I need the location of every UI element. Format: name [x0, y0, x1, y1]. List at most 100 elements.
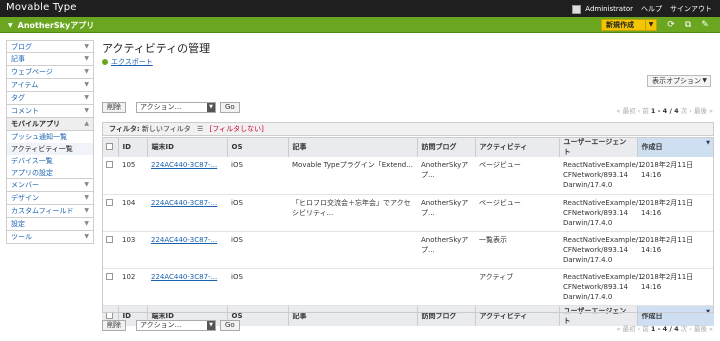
first-page-link[interactable]: « 最初 — [617, 325, 636, 333]
col-activity-footer[interactable]: アクティビティ — [474, 304, 559, 326]
checkbox[interactable] — [106, 161, 113, 168]
chevron-down-icon: ▼ — [84, 68, 89, 75]
row-select[interactable] — [102, 194, 118, 232]
export-link[interactable]: エクスポート — [102, 57, 153, 67]
display-options-button[interactable]: 表示オプション ▼ — [647, 75, 711, 87]
sidebar-item-custom-fields[interactable]: カスタムフィールド ▼ — [6, 205, 94, 218]
sidebar-item-tags[interactable]: タグ ▼ — [6, 92, 94, 105]
device-link[interactable]: 224AC440-3C87-... — [151, 273, 217, 281]
filter-current[interactable]: 新しいフィルタ — [142, 125, 191, 133]
sidebar-item-comments[interactable]: コメント ▼ — [6, 105, 94, 118]
list-icon[interactable]: ☰ — [197, 125, 203, 133]
app-logo[interactable]: Movable Type — [6, 2, 77, 13]
username-link[interactable]: Administrator — [585, 5, 633, 13]
help-link[interactable]: ヘルプ — [641, 4, 662, 14]
sidebar-item-label: モバイルアプリ — [11, 120, 60, 128]
sidebar-item-mobile-app[interactable]: モバイルアプリ ▲ — [6, 118, 94, 131]
last-page-link[interactable]: 最後 » — [694, 325, 713, 333]
col-device[interactable]: 端末ID — [146, 137, 227, 157]
col-agent[interactable]: ユーザーエージェント — [558, 137, 637, 157]
chevron-down-icon: ▼ — [207, 321, 215, 330]
new-button-label: 新規作成 — [606, 21, 634, 29]
col-activity[interactable]: アクティビティ — [474, 137, 559, 157]
row-select[interactable] — [102, 268, 118, 306]
device-link[interactable]: 224AC440-3C87-... — [151, 161, 217, 169]
cell-date: 2018年2月11日 14:16 — [637, 157, 714, 195]
chevron-down-icon: ▼ — [84, 107, 89, 114]
sidebar-item-design[interactable]: デザイン ▼ — [6, 192, 94, 205]
checkbox[interactable] — [106, 235, 113, 243]
checkbox[interactable] — [106, 272, 113, 280]
blog-switcher[interactable]: ▼ AnotherSkyアプリ — [8, 20, 94, 31]
edit-icon[interactable]: ✎ — [700, 20, 710, 30]
cell-device: 224AC440-3C87-... — [147, 231, 227, 269]
signout-link[interactable]: サインアウト — [670, 4, 712, 14]
sort-desc-icon: ▼ — [706, 308, 710, 315]
cell-device: 224AC440-3C87-... — [147, 268, 227, 306]
sidebar-item-members[interactable]: メンバー ▼ — [6, 179, 94, 192]
device-link[interactable]: 224AC440-3C87-... — [151, 236, 217, 244]
col-os[interactable]: OS — [226, 137, 288, 157]
col-entry[interactable]: 記事 — [287, 137, 417, 157]
delete-button[interactable]: 削除 — [102, 320, 126, 331]
new-button[interactable]: 新規作成 ▼ — [601, 19, 657, 31]
cell-agent: ReactNativeExample/1 CFNetwork/893.14 Da… — [559, 194, 643, 232]
chevron-down-icon: ▼ — [84, 194, 89, 201]
activity-table: ID 端末ID OS 記事 訪問ブログ アクティビティ ユーザーエージェント 作… — [102, 137, 714, 326]
go-button[interactable]: Go — [220, 320, 240, 331]
sidebar-item-settings[interactable]: 設定 ▼ — [6, 218, 94, 231]
row-select[interactable] — [102, 157, 118, 195]
sidebar-subitem-app-settings[interactable]: アプリの設定 — [6, 167, 94, 179]
next-page-link[interactable]: 次 › — [681, 107, 692, 115]
select-all-header[interactable] — [102, 137, 118, 157]
sidebar-item-blog[interactable]: ブログ ▼ — [6, 40, 94, 53]
cell-activity: ページビュー — [475, 194, 559, 232]
sidebar-item-tools[interactable]: ツール ▼ — [6, 231, 94, 244]
cell-entry — [288, 231, 417, 269]
sidebar-subitem-activities[interactable]: アクティビティ一覧 — [6, 143, 94, 155]
checkbox[interactable] — [106, 311, 113, 319]
page-range: 1 - 4 / 4 — [650, 325, 679, 333]
sidebar-item-entries[interactable]: 記事 ▼ — [6, 53, 94, 66]
col-blog-footer[interactable]: 訪問ブログ — [416, 304, 475, 326]
chevron-down-icon[interactable]: ▼ — [645, 20, 656, 30]
checkbox[interactable] — [106, 143, 113, 150]
col-entry-footer[interactable]: 記事 — [287, 304, 417, 326]
cell-blog: AnotherSkyアプ... — [417, 194, 475, 232]
chevron-down-icon: ▼ — [84, 43, 89, 50]
delete-button[interactable]: 削除 — [102, 102, 126, 113]
prev-page-link[interactable]: ‹ 前 — [638, 107, 649, 115]
chevron-down-icon: ▼ — [84, 207, 89, 214]
external-link-icon[interactable]: ⧉ — [683, 20, 693, 30]
sidebar-item-label: 記事 — [11, 55, 25, 63]
last-page-link[interactable]: 最後 » — [694, 107, 713, 115]
col-id[interactable]: ID — [117, 137, 147, 157]
refresh-icon[interactable]: ⟳ — [666, 20, 676, 30]
avatar[interactable] — [572, 4, 582, 14]
row-select[interactable] — [102, 231, 118, 269]
cell-agent: ReactNativeExample/1 CFNetwork/893.14 Da… — [559, 231, 643, 269]
sidebar-item-webpages[interactable]: ウェブページ ▼ — [6, 66, 94, 79]
first-page-link[interactable]: « 最初 — [617, 107, 636, 115]
prev-page-link[interactable]: ‹ 前 — [638, 325, 649, 333]
checkbox[interactable] — [106, 198, 113, 206]
cell-entry — [288, 268, 417, 306]
filter-reset-link[interactable]: [フィルタしない] — [210, 125, 264, 133]
cell-blog — [417, 268, 475, 306]
col-date[interactable]: 作成日 ▼ — [636, 137, 714, 157]
chevron-down-icon: ▼ — [84, 220, 89, 227]
col-blog[interactable]: 訪問ブログ — [416, 137, 475, 157]
device-link[interactable]: 224AC440-3C87-... — [151, 199, 217, 207]
sidebar-subitem-devices[interactable]: デバイス一覧 — [6, 155, 94, 167]
next-page-link[interactable]: 次 › — [681, 325, 692, 333]
cell-blog: AnotherSkyアプ... — [417, 231, 475, 269]
sidebar-subitem-push[interactable]: プッシュ通知一覧 — [6, 131, 94, 143]
plus-circle-icon — [102, 59, 108, 65]
sidebar-item-label: コメント — [11, 107, 39, 115]
action-select[interactable]: アクション... ▼ — [136, 102, 216, 113]
action-select[interactable]: アクション... ▼ — [136, 320, 216, 331]
chevron-down-icon: ▼ — [84, 81, 89, 88]
sidebar-item-assets[interactable]: アイテム ▼ — [6, 79, 94, 92]
go-button[interactable]: Go — [220, 102, 240, 113]
action-bar-top: 削除 アクション... ▼ Go — [102, 102, 240, 113]
